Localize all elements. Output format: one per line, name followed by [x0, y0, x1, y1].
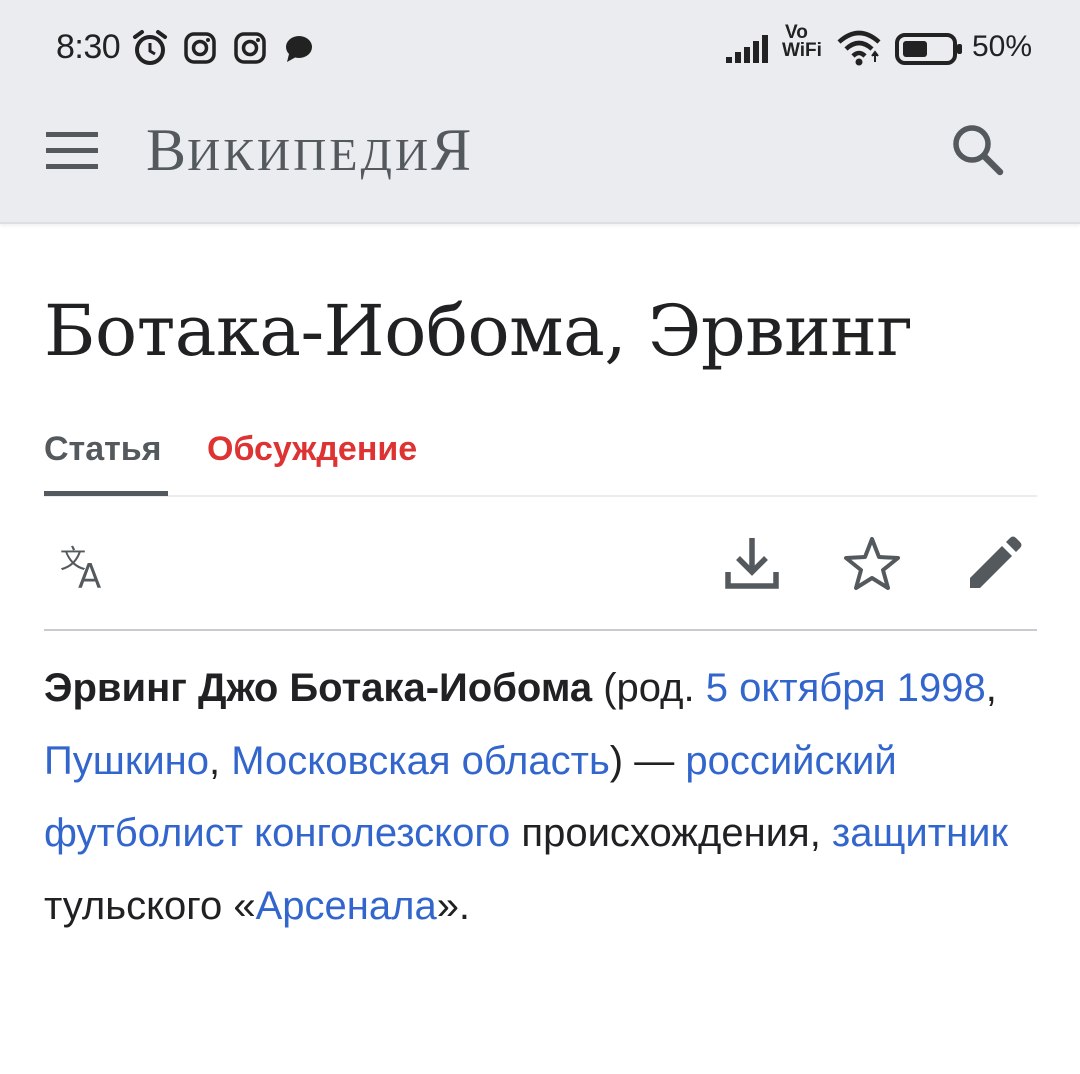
alarm-icon — [133, 30, 167, 65]
search-icon[interactable] — [946, 118, 1010, 182]
wikipedia-wordmark[interactable]: ВИКИПЕДИЯ — [146, 116, 472, 185]
edit-icon[interactable] — [962, 532, 1026, 596]
link-defender[interactable]: защитник — [832, 811, 1008, 855]
signal-icon — [726, 35, 768, 63]
status-time: 8:30 — [56, 28, 121, 66]
subject-name: Эрвинг Джо Ботака-Иобома — [44, 666, 593, 710]
link-birth-date[interactable]: 5 октября 1998 — [706, 666, 986, 710]
tabs-divider — [44, 495, 1037, 497]
wifi-icon — [837, 30, 881, 66]
status-bar: 8:30 Vo WiFi 50% — [0, 0, 1080, 76]
link-moscow-oblast[interactable]: Московская область — [231, 739, 610, 783]
tab-article[interactable]: Статья — [44, 430, 162, 469]
lead-paragraph: Эрвинг Джо Ботака-Иобома (род. 5 октября… — [44, 666, 1009, 928]
page-title: Ботака-Иобома, Эрвинг — [44, 290, 913, 372]
instagram-icon — [234, 32, 266, 64]
instagram-icon — [184, 32, 216, 64]
active-tab-indicator — [44, 491, 168, 496]
actions-divider — [44, 629, 1037, 631]
download-icon[interactable] — [720, 532, 784, 596]
app-bar: ВИКИПЕДИЯ — [0, 76, 1080, 224]
link-pushkino[interactable]: Пушкино — [44, 739, 209, 783]
battery-percent: 50% — [972, 30, 1033, 63]
svg-text:A: A — [78, 557, 101, 597]
translate-icon[interactable]: 文 A — [56, 536, 120, 600]
network-type-label: Vo WiFi — [782, 22, 822, 61]
link-arsenal[interactable]: Арсенала — [256, 884, 437, 928]
chat-icon — [286, 36, 312, 62]
tab-talk[interactable]: Обсуждение — [207, 430, 417, 469]
battery-icon — [895, 33, 962, 65]
menu-icon[interactable] — [40, 118, 104, 182]
star-icon[interactable] — [840, 532, 904, 596]
